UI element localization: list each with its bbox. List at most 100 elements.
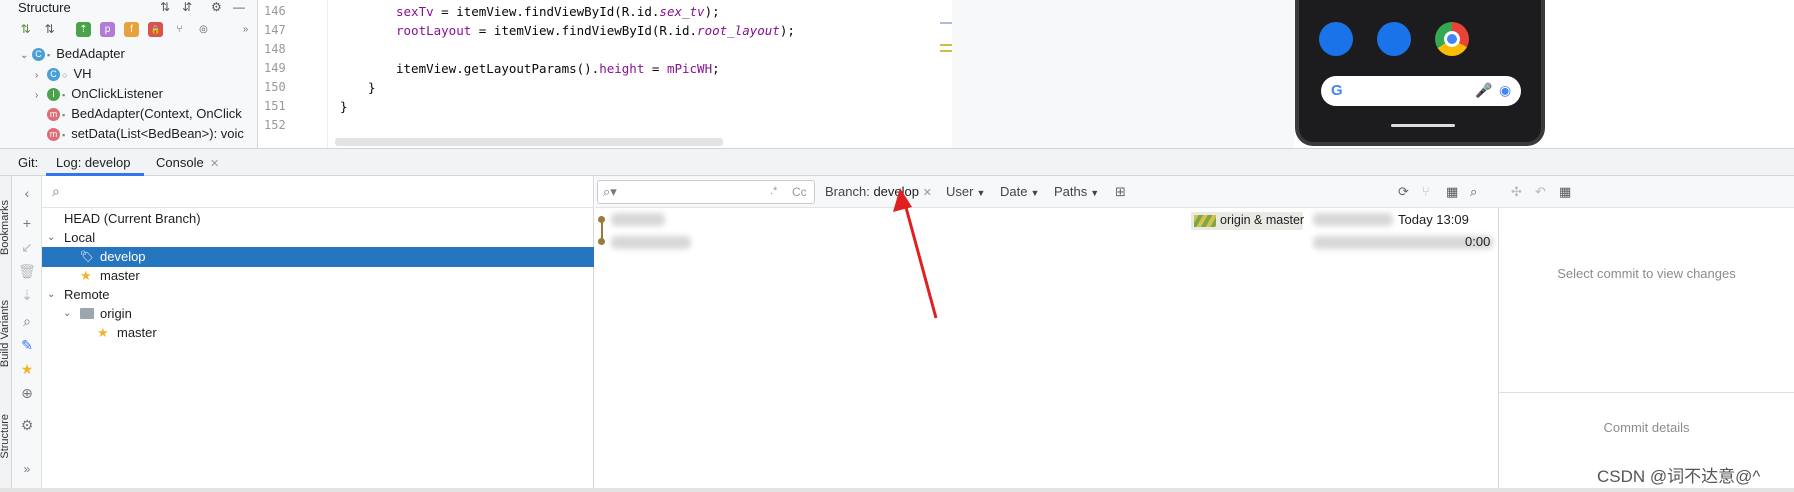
search-icon[interactable]: ⌕	[18, 312, 36, 330]
chevron-down-icon[interactable]: ⌄	[20, 46, 32, 66]
group-by-icon[interactable]: ▦	[1559, 184, 1571, 200]
delete-icon[interactable]: 🗑	[18, 262, 36, 280]
structure-node[interactable]: m ▪ setData(List<BedBean>): voic	[35, 124, 244, 144]
structure-toolbar: ⇅ ⇅ ⇡ p f 🔒 ⑂ ◎ »	[0, 20, 257, 40]
settings-icon[interactable]: ⚙	[18, 416, 36, 434]
more-icon[interactable]: »	[18, 460, 36, 478]
member-type-icon: I	[47, 88, 60, 102]
branch-group-origin[interactable]: ⌄ origin	[42, 304, 594, 324]
branches-pane: ⌕ HEAD (Current Branch) ⌄ Local 🏷 develo…	[42, 176, 594, 492]
code-line[interactable]: sexTv = itemView.findViewById(R.id.sex_t…	[396, 4, 720, 19]
add-icon[interactable]: +	[18, 214, 36, 232]
new-tab-icon[interactable]: ⊞	[1115, 184, 1126, 200]
build-variants-strip-label[interactable]: Build Variants	[0, 300, 11, 367]
git-tool-column: ‹ + ↙ 🗑 ⇣ ⌕ ✎ ★ ⊕ ⚙ »	[12, 176, 42, 492]
code-token: mPicWH	[666, 61, 713, 76]
arrow-head	[893, 188, 912, 212]
cherry-pick-icon[interactable]: ⑂	[1422, 184, 1430, 199]
structure-node[interactable]: m ▪ BedAdapter(Context, OnClick	[35, 104, 242, 124]
close-tab-icon[interactable]: ✕	[210, 157, 219, 170]
match-case-toggle[interactable]: Cc	[792, 185, 807, 199]
edit-icon[interactable]: ✎	[18, 336, 36, 354]
visibility-icon: ▪	[62, 109, 66, 120]
code-line[interactable]: itemView.getLayoutParams().height = mPic…	[396, 61, 720, 76]
code-token: ;	[712, 61, 720, 76]
date-filter[interactable]: Date ▼	[1000, 184, 1039, 199]
google-search-bar[interactable]: G 🎤 ◉	[1321, 76, 1521, 106]
show-diff-icon[interactable]: ✣	[1511, 184, 1522, 200]
settings-gear-icon[interactable]: ⚙	[211, 0, 222, 15]
structure-node[interactable]: ⌄ C ▪ BedAdapter	[20, 44, 125, 64]
structure-panel: Structure ⇅ ⇵ ⚙ — ⇅ ⇅ ⇡ p f 🔒 ⑂ ◎ » ⌄ C ▪ B…	[0, 0, 258, 148]
local-group-label: Local	[64, 230, 96, 245]
code-line[interactable]: }	[368, 80, 376, 95]
update-icon[interactable]: ⇣	[18, 286, 36, 304]
bookmarks-strip-label[interactable]: Bookmarks	[0, 200, 11, 255]
favorite-star-icon[interactable]: ★	[18, 360, 36, 378]
chevron-right-icon[interactable]: ›	[35, 66, 47, 86]
chrome-app-icon[interactable]	[1435, 22, 1469, 56]
checkout-icon[interactable]: ↙	[18, 238, 36, 256]
anonymous-classes-icon[interactable]: ◎	[196, 22, 211, 37]
code-line[interactable]: rootLayout = itemView.findViewById(R.id.…	[396, 23, 795, 38]
lens-icon[interactable]: ◉	[1499, 82, 1511, 99]
log-filter-toolbar: ⌕▾ .* Cc Branch: develop ✕ User ▼ Date ▼ P…	[595, 176, 1499, 208]
line-number: 152	[264, 118, 286, 132]
messages-app-icon[interactable]	[1377, 22, 1411, 56]
show-inherited-icon[interactable]: ⇡	[76, 22, 91, 37]
minimize-icon[interactable]: —	[233, 0, 245, 15]
target-icon[interactable]: ⊕	[18, 384, 36, 402]
chevron-right-icon[interactable]: ›	[35, 86, 47, 106]
search-icon[interactable]: ⌕	[1470, 184, 1477, 200]
mic-icon[interactable]: 🎤	[1475, 82, 1492, 99]
view-options-icon[interactable]: ▦	[1446, 184, 1458, 200]
details-toolbar: ✣ ↶ ▦	[1499, 176, 1794, 208]
show-lambdas-icon[interactable]: ⑂	[172, 22, 187, 37]
emulator-device[interactable]: G 🎤 ◉	[1295, 0, 1545, 146]
refresh-icon[interactable]: ⟳	[1398, 184, 1409, 200]
branch-group-remote[interactable]: ⌄ Remote	[42, 285, 594, 305]
sort-visibility-icon[interactable]: ⇅	[18, 22, 33, 37]
branch-master[interactable]: ★ master	[42, 266, 594, 286]
editor-horizontal-scrollbar[interactable]	[335, 138, 723, 146]
show-non-public-icon[interactable]: 🔒	[148, 22, 163, 37]
show-fields-icon[interactable]: f	[124, 22, 139, 37]
branch-group-local[interactable]: ⌄ Local	[42, 228, 594, 248]
code-editor[interactable]: sexTv = itemView.findViewById(R.id.sex_t…	[328, 0, 952, 148]
chevron-down-icon[interactable]: ⌄	[47, 228, 55, 248]
code-token: );	[779, 23, 795, 38]
line-number: 149	[264, 61, 286, 75]
regex-toggle[interactable]: .*	[770, 185, 777, 197]
show-properties-icon[interactable]: p	[100, 22, 115, 37]
branch-head[interactable]: HEAD (Current Branch)	[42, 209, 594, 229]
branch-develop[interactable]: 🏷 develop	[42, 247, 594, 267]
paths-filter[interactable]: Paths ▼	[1054, 184, 1099, 199]
remote-group-label: Remote	[64, 287, 110, 302]
tab-console[interactable]: Console ✕	[148, 149, 226, 176]
phone-app-icon[interactable]	[1319, 22, 1353, 56]
chevron-down-icon[interactable]: ⌄	[47, 285, 55, 305]
collapse-all-icon[interactable]: ⇵	[182, 0, 192, 15]
branch-origin-master[interactable]: ★ master	[42, 323, 594, 343]
more-icon[interactable]: »	[238, 22, 253, 37]
branch-search-field[interactable]: ⌕	[42, 176, 594, 208]
collapse-panel-icon[interactable]: ‹	[18, 184, 36, 202]
structure-node-label: BedAdapter(Context, OnClick	[71, 106, 242, 121]
branch-develop-label: develop	[100, 249, 146, 264]
structure-node[interactable]: › I ▪ OnClickListener	[35, 84, 163, 104]
branch-origin-master-label: master	[117, 325, 157, 340]
revert-icon[interactable]: ↶	[1535, 184, 1546, 200]
expand-all-icon[interactable]: ⇅	[160, 0, 170, 15]
ref-labels: origin & master	[1191, 212, 1304, 230]
code-line[interactable]: }	[340, 99, 348, 114]
commit-row[interactable]: origin & master Today 13:09	[595, 210, 1499, 230]
structure-node[interactable]: › C ○ VH	[35, 64, 92, 84]
commit-row[interactable]: 0:00	[595, 232, 1499, 252]
sort-alpha-icon[interactable]: ⇅	[42, 22, 57, 37]
structure-strip-label[interactable]: Structure	[0, 414, 11, 459]
chevron-down-icon[interactable]: ⌄	[63, 304, 71, 324]
annotation-arrow	[893, 188, 938, 319]
tab-log[interactable]: Log: develop	[46, 149, 144, 176]
log-search-field[interactable]: ⌕▾ .* Cc	[597, 180, 815, 204]
arrow-shaft	[902, 199, 938, 319]
